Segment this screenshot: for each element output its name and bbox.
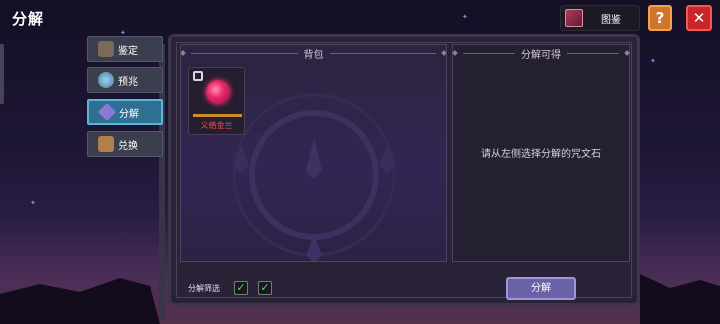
header-divider (191, 52, 298, 54)
backpack-section: 背包 义络金兰 (180, 44, 447, 262)
tab-decompose[interactable]: 分解 (87, 99, 163, 125)
backpack-header: 背包 (181, 45, 446, 61)
inventory-item-slot[interactable]: 义络金兰 (188, 67, 245, 135)
item-rarity-bar (193, 114, 242, 117)
tab-label: 预兆 (118, 76, 138, 88)
treasure-chest-icon (98, 136, 114, 152)
diamond-rune-icon (97, 102, 117, 122)
header-divider (567, 52, 619, 54)
star-decoration: ✦ (30, 199, 36, 207)
help-button[interactable]: ? (648, 5, 672, 31)
tab-exchange[interactable]: 兑换 (87, 131, 163, 157)
tab-label: 分解 (119, 108, 139, 120)
filter-checkbox-1[interactable]: ✓ (234, 281, 248, 295)
codex-button[interactable]: 图鉴 (560, 5, 640, 31)
header-divider (329, 52, 436, 54)
codex-label: 图鉴 (601, 14, 621, 26)
filter-label: 分解筛选 (188, 284, 220, 293)
header-ornament (441, 50, 446, 56)
header-ornament (181, 50, 186, 56)
header-divider (463, 52, 515, 54)
decompose-button[interactable]: 分解 (506, 277, 576, 300)
filter-checkbox-2[interactable]: ✓ (258, 281, 272, 295)
empty-result-hint: 请从左侧选择分解的咒文石 (481, 149, 601, 160)
tab-label: 鉴定 (118, 45, 138, 57)
result-title: 分解可得 (521, 49, 561, 61)
star-decoration: ✦ (462, 13, 468, 21)
tab-label: 兑换 (118, 140, 138, 152)
page-title: 分解 (12, 10, 45, 28)
close-button[interactable]: ✕ (686, 5, 712, 31)
star-decoration: ✦ (650, 57, 656, 65)
side-drawer-handle[interactable] (0, 44, 4, 104)
header-ornament (452, 50, 458, 56)
crystal-ball-icon (98, 72, 114, 88)
tab-omen[interactable]: 预兆 (87, 67, 163, 93)
lock-icon[interactable] (193, 71, 203, 81)
result-header: 分解可得 (452, 45, 630, 61)
result-section: 分解可得 请从左侧选择分解的咒文石 (452, 44, 630, 262)
helmet-icon (98, 41, 114, 57)
header-ornament (624, 50, 630, 56)
red-gem-icon (206, 80, 230, 104)
tab-identify[interactable]: 鉴定 (87, 36, 163, 62)
item-name: 义络金兰 (200, 121, 233, 130)
book-icon (565, 9, 583, 27)
backpack-title: 背包 (303, 49, 324, 61)
